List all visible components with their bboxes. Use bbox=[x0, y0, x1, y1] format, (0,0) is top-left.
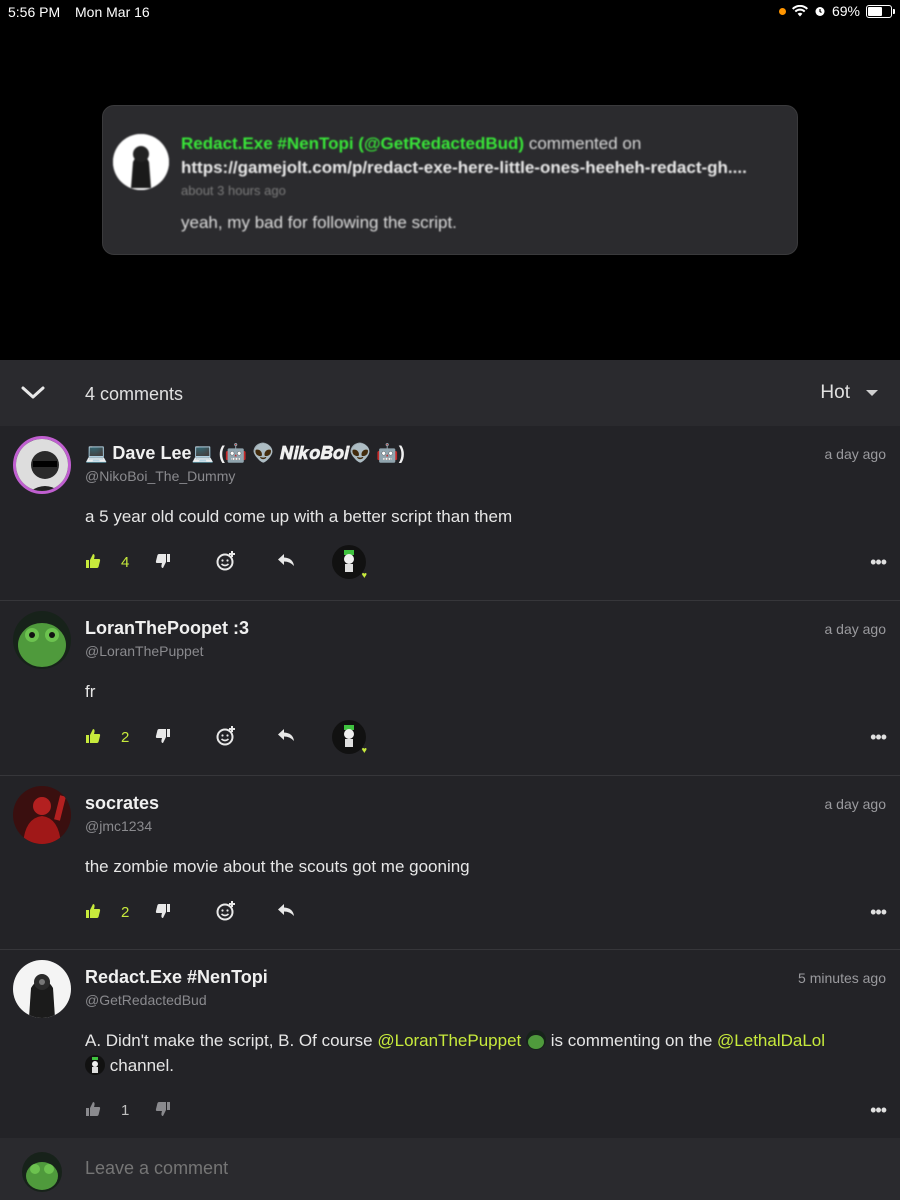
comment-item: socrates @jmc1234 a day ago the zombie m… bbox=[0, 775, 900, 949]
mention-avatar bbox=[526, 1030, 547, 1050]
add-reaction-icon[interactable] bbox=[215, 725, 239, 749]
heart-icon: ♥ bbox=[361, 570, 367, 580]
notification-avatar bbox=[113, 134, 169, 190]
status-bar: 5:56 PM Mon Mar 16 69% bbox=[0, 0, 900, 24]
comment-handle[interactable]: @NikoBoi_The_Dummy bbox=[85, 468, 235, 484]
comment-text: A. Didn't make the script, B. Of course bbox=[85, 1031, 378, 1050]
comment-handle[interactable]: @LoranThePuppet bbox=[85, 643, 204, 659]
status-time: 5:56 PM bbox=[8, 4, 61, 20]
comment-actions: 2 ♥ bbox=[85, 720, 367, 755]
reply-icon[interactable] bbox=[277, 728, 299, 746]
comment-time: a day ago bbox=[824, 796, 887, 812]
reaction-badge[interactable]: ♥ bbox=[332, 545, 367, 580]
comment-text: channel. bbox=[109, 1056, 175, 1075]
battery-percent: 69% bbox=[831, 3, 860, 19]
battery-icon bbox=[866, 4, 895, 18]
notification-action: commented on bbox=[528, 134, 642, 153]
comment-author[interactable]: Redact.Exe #NenTopi bbox=[85, 967, 268, 988]
more-icon[interactable]: ••• bbox=[870, 552, 887, 573]
sort-label: Hot bbox=[820, 382, 850, 403]
thumbs-up-icon[interactable] bbox=[85, 553, 107, 571]
comment-compose bbox=[0, 1138, 900, 1200]
add-reaction-icon[interactable] bbox=[215, 900, 239, 924]
notification-text: yeah, my bad for following the script. bbox=[181, 213, 457, 232]
comment-count: 4 comments bbox=[85, 384, 184, 404]
like-count: 2 bbox=[121, 728, 130, 746]
comment-item: Redact.Exe #NenTopi @GetRedactedBud 5 mi… bbox=[0, 949, 900, 1138]
status-right: 69% bbox=[778, 3, 895, 19]
like-count: 2 bbox=[121, 903, 130, 921]
comment-author[interactable]: 💻 Dave Lee💻 (🤖 👽 𝑵𝒊𝒌𝒐𝑩𝒐𝒊👽 🤖) bbox=[85, 443, 405, 464]
thumbs-down-icon[interactable] bbox=[155, 553, 177, 571]
comment-time: a day ago bbox=[824, 621, 887, 637]
alarm-icon bbox=[815, 7, 825, 16]
comment-body: a 5 year old could come up with a better… bbox=[85, 507, 513, 526]
notification-url[interactable]: https://gamejolt.com/p/redact-exe-here-l… bbox=[181, 158, 747, 178]
thumbs-down-icon[interactable] bbox=[155, 728, 177, 746]
heart-icon: ♥ bbox=[361, 745, 367, 755]
comment-handle[interactable]: @jmc1234 bbox=[85, 818, 152, 834]
thumbs-down-icon[interactable] bbox=[155, 1101, 177, 1119]
comment-text: is commenting on the bbox=[546, 1031, 718, 1050]
comment-actions: 1 bbox=[85, 1094, 177, 1126]
like-count: 1 bbox=[121, 1101, 130, 1119]
reaction-badge[interactable]: ♥ bbox=[332, 720, 367, 755]
comment-notification[interactable]: Redact.Exe #NenTopi (@GetRedactedBud) co… bbox=[102, 105, 798, 255]
more-icon[interactable]: ••• bbox=[870, 1100, 887, 1121]
notification-header: Redact.Exe #NenTopi (@GetRedactedBud) co… bbox=[181, 134, 641, 154]
avatar[interactable] bbox=[13, 786, 71, 844]
notification-author[interactable]: Redact.Exe #NenTopi (@GetRedactedBud) bbox=[181, 134, 524, 153]
comment-time: a day ago bbox=[824, 446, 887, 462]
avatar[interactable] bbox=[13, 611, 71, 669]
comment-handle[interactable]: @GetRedactedBud bbox=[85, 992, 207, 1008]
comment-body: the zombie movie about the scouts got me… bbox=[85, 857, 470, 876]
reply-icon[interactable] bbox=[277, 553, 299, 571]
more-icon[interactable]: ••• bbox=[870, 902, 887, 923]
comment-time: 5 minutes ago bbox=[798, 970, 886, 986]
comment-body: fr bbox=[85, 682, 96, 701]
comment-body: A. Didn't make the script, B. Of course … bbox=[85, 1028, 880, 1078]
comment-actions: 4 ♥ bbox=[85, 545, 367, 580]
mic-indicator-icon bbox=[778, 7, 786, 15]
comment-input[interactable] bbox=[85, 1158, 865, 1179]
user-avatar bbox=[22, 1152, 62, 1192]
comments-header: 4 comments Hot bbox=[0, 360, 900, 426]
mention-link[interactable]: @LethalDaLol bbox=[717, 1031, 825, 1050]
thumbs-up-icon[interactable] bbox=[85, 903, 107, 921]
avatar[interactable] bbox=[13, 960, 71, 1018]
more-icon[interactable]: ••• bbox=[870, 727, 887, 748]
add-reaction-icon[interactable] bbox=[215, 550, 239, 574]
chevron-down-icon[interactable] bbox=[20, 382, 46, 402]
thumbs-up-icon[interactable] bbox=[85, 728, 107, 746]
like-count: 4 bbox=[121, 553, 130, 571]
thumbs-down-icon[interactable] bbox=[155, 903, 177, 921]
comment-author[interactable]: socrates bbox=[85, 793, 159, 814]
sort-dropdown[interactable]: Hot bbox=[820, 382, 878, 404]
avatar[interactable] bbox=[13, 436, 71, 494]
reply-icon[interactable] bbox=[277, 903, 299, 921]
comments-sheet: 4 comments Hot 💻 Dave Lee💻 (🤖 👽 𝑵𝒊𝒌𝒐𝑩𝒐𝒊👽… bbox=[0, 360, 900, 1200]
status-date: Mon Mar 16 bbox=[75, 4, 150, 20]
mention-avatar bbox=[85, 1055, 105, 1075]
caret-down-icon bbox=[866, 390, 878, 396]
mention-link[interactable]: @LoranThePuppet bbox=[377, 1031, 521, 1050]
wifi-icon bbox=[791, 5, 808, 17]
comment-author[interactable]: LoranThePoopet :3 bbox=[85, 618, 249, 639]
thumbs-up-icon[interactable] bbox=[85, 1101, 107, 1119]
comment-item: 💻 Dave Lee💻 (🤖 👽 𝑵𝒊𝒌𝒐𝑩𝒐𝒊👽 🤖) @NikoBoi_Th… bbox=[0, 426, 900, 600]
notification-time: about 3 hours ago bbox=[181, 183, 286, 198]
comment-item: LoranThePoopet :3 @LoranThePuppet a day … bbox=[0, 600, 900, 775]
comment-actions: 2 bbox=[85, 896, 299, 928]
